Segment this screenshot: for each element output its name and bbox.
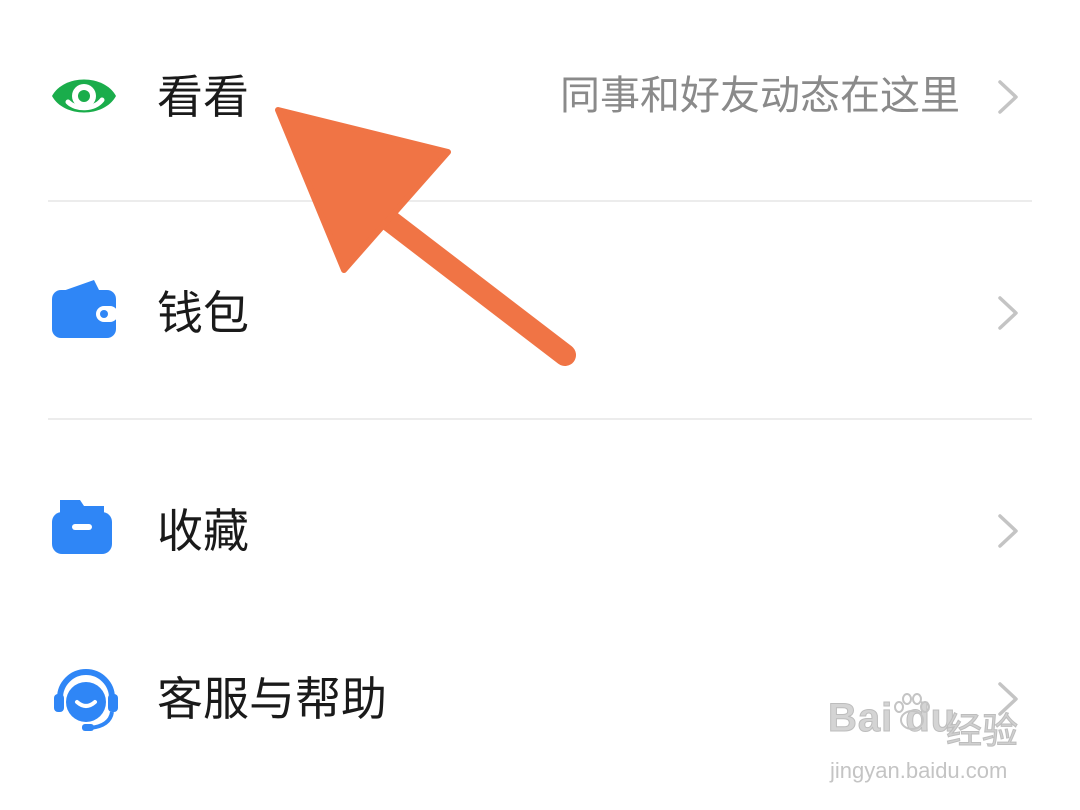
menu-item-wallet[interactable]: 钱包 — [0, 202, 1080, 418]
wallet-icon — [50, 278, 118, 344]
eye-icon — [50, 68, 118, 128]
chevron-right-icon — [996, 294, 1020, 336]
menu-item-label: 客服与帮助 — [157, 672, 387, 726]
menu-item-kankan[interactable]: 看看 同事和好友动态在这里 — [0, 0, 1080, 200]
menu-item-label: 看看 — [157, 70, 249, 124]
menu-item-favorites[interactable]: 收藏 — [0, 420, 1080, 620]
chevron-right-icon — [996, 78, 1020, 120]
folder-icon — [50, 496, 114, 560]
menu-item-label: 收藏 — [157, 504, 249, 558]
chevron-right-icon — [996, 680, 1020, 722]
menu-item-label: 钱包 — [157, 286, 249, 340]
headset-icon — [50, 664, 122, 740]
menu-item-description: 同事和好友动态在这里 — [560, 73, 960, 119]
chevron-right-icon — [996, 512, 1020, 554]
menu-item-help[interactable]: 客服与帮助 — [0, 620, 1080, 810]
menu-page: 看看 同事和好友动态在这里 钱包 收藏 客服与帮助 Bai du 经验 jing… — [0, 0, 1080, 810]
